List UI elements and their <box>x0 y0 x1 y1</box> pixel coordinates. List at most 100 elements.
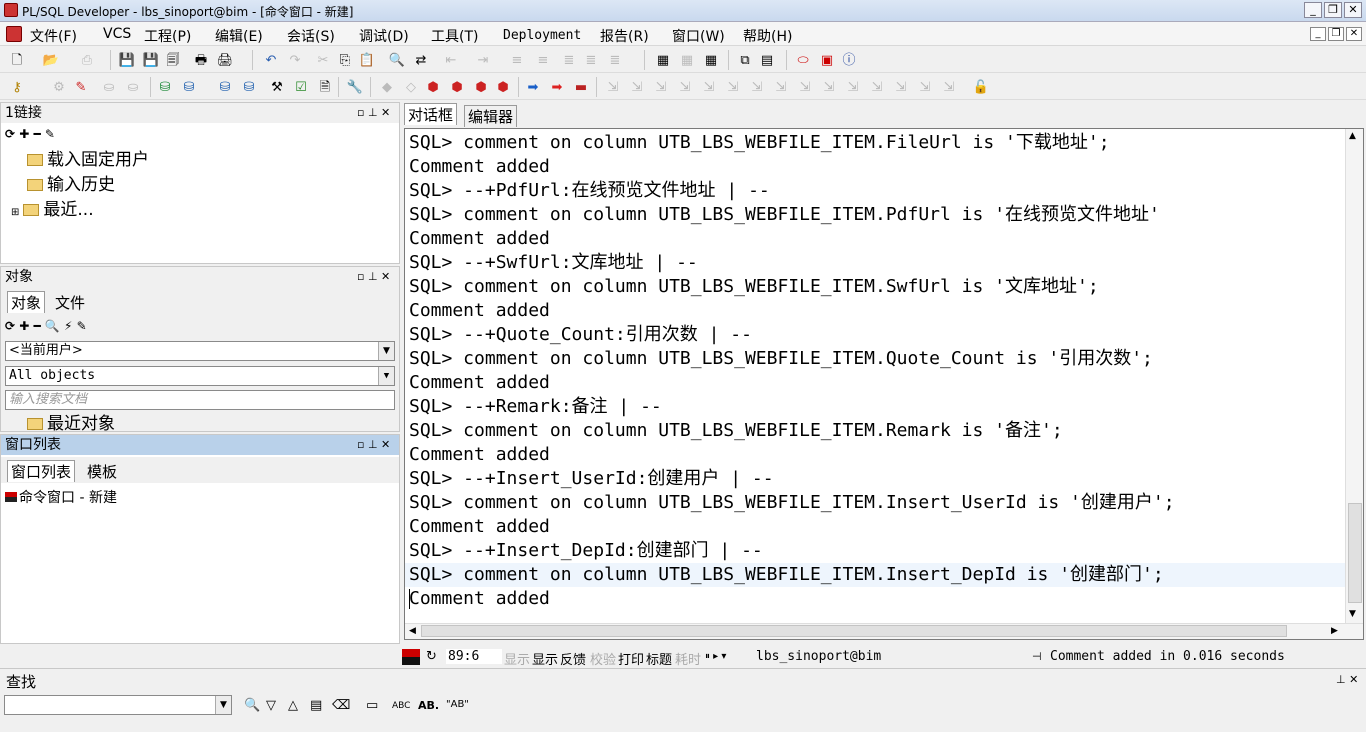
minimize-button[interactable]: _ <box>1304 2 1322 18</box>
print-preview-icon[interactable]: ⎙ <box>78 51 96 69</box>
close-button[interactable]: ✕ <box>1344 2 1362 18</box>
find-next-icon[interactable]: ▽ <box>266 698 276 713</box>
menu-help[interactable]: 帮助(H) <box>743 26 792 46</box>
step-4-icon[interactable]: ⇲ <box>676 78 694 96</box>
breakpoint-icon[interactable]: ⬢ <box>424 78 442 96</box>
step-15-icon[interactable]: ⇲ <box>940 78 958 96</box>
menu-file[interactable]: 文件(F) <box>30 26 77 46</box>
command-output[interactable]: SQL> comment on column UTB_LBS_WEBFILE_I… <box>404 128 1364 640</box>
tool-a-icon[interactable]: ▦ <box>654 51 672 69</box>
oracle-icon[interactable]: ⬭ <box>794 51 812 69</box>
tool-b-icon[interactable]: ▦ <box>678 51 696 69</box>
find-binoculars-icon[interactable]: 🔍 <box>244 698 260 713</box>
unlock-icon[interactable]: ⛀ <box>124 78 142 96</box>
doc-search-icon[interactable]: 🗎 <box>316 78 334 96</box>
step-2-icon[interactable]: ⇲ <box>628 78 646 96</box>
undo-icon[interactable]: ↶ <box>262 51 280 69</box>
info-icon[interactable]: ⓘ <box>840 51 858 69</box>
tools-icon[interactable]: ⚒ <box>268 78 286 96</box>
paste-icon[interactable]: 📋 <box>358 51 376 69</box>
menu-deployment[interactable]: Deployment <box>503 28 581 43</box>
step-6-icon[interactable]: ⇲ <box>724 78 742 96</box>
cut-icon[interactable]: ✂ <box>314 51 332 69</box>
tree-item-recent[interactable]: ⊞ 最近... <box>11 199 94 221</box>
step-5-icon[interactable]: ⇲ <box>700 78 718 96</box>
step-9-icon[interactable]: ⇲ <box>796 78 814 96</box>
selection-icon[interactable]: ▭ <box>366 698 378 713</box>
save-all-icon[interactable]: 🗐 <box>164 51 182 69</box>
tile-icon[interactable]: ▤ <box>758 51 776 69</box>
vertical-scroll-thumb[interactable] <box>1348 503 1362 603</box>
panel-pin-icon[interactable]: ▫ ⊥ ✕ <box>357 438 390 451</box>
unindent-icon[interactable]: ⇥ <box>474 51 492 69</box>
menu-reports[interactable]: 报告(R) <box>600 26 649 46</box>
regex-toggle[interactable]: "AB" <box>446 699 469 710</box>
page-setup-icon[interactable]: 🖨 <box>216 51 234 69</box>
indent-icon[interactable]: ⇤ <box>442 51 460 69</box>
stop-icon[interactable]: ▬ <box>572 78 590 96</box>
step-1-icon[interactable]: ⇲ <box>604 78 622 96</box>
commit-icon[interactable]: ⛁ <box>240 78 258 96</box>
menu-session[interactable]: 会话(S) <box>287 26 335 46</box>
uncomment-icon[interactable]: ≡ <box>534 51 552 69</box>
tree-item-recent-objects[interactable]: 最近对象 <box>27 413 115 431</box>
panel-pin-icon[interactable]: ▫ ⊥ ✕ <box>357 106 390 119</box>
step-11-icon[interactable]: ⇲ <box>844 78 862 96</box>
check-icon[interactable]: ☑ <box>292 78 310 96</box>
highlight-icon[interactable]: ▤ <box>310 698 322 713</box>
step-14-icon[interactable]: ⇲ <box>916 78 934 96</box>
execute-icon[interactable]: ⛁ <box>216 78 234 96</box>
find-input[interactable]: ▼ <box>4 695 232 715</box>
menu-edit[interactable]: 编辑(E) <box>215 26 263 46</box>
tab-templates[interactable]: 模板 <box>83 460 122 482</box>
replace-icon[interactable]: ⇄ <box>412 51 430 69</box>
new-icon[interactable]: 🗋 <box>8 51 26 69</box>
tab-editor[interactable]: 编辑器 <box>464 105 518 127</box>
cascade-icon[interactable]: ⧉ <box>736 51 754 69</box>
step-13-icon[interactable]: ⇲ <box>892 78 910 96</box>
pdf-icon[interactable]: ▣ <box>818 51 836 69</box>
unlock-gold-icon[interactable]: 🔓 <box>972 78 990 96</box>
display-dim[interactable]: 显示 <box>504 649 530 668</box>
tool-c-icon[interactable]: ▦ <box>702 51 720 69</box>
mdi-minimize-button[interactable]: _ <box>1310 27 1326 41</box>
match-case-toggle[interactable]: ABC <box>392 701 410 711</box>
step-3-icon[interactable]: ⇲ <box>652 78 670 96</box>
panel-pin-icon[interactable]: ▫ ⊥ ✕ <box>357 270 390 283</box>
step-10-icon[interactable]: ⇲ <box>820 78 838 96</box>
maximize-button[interactable]: ❐ <box>1324 2 1342 18</box>
tab-objects[interactable]: 对象 <box>7 291 46 313</box>
find-icon[interactable]: 🔍 <box>388 51 406 69</box>
menu-window[interactable]: 窗口(W) <box>672 26 725 46</box>
window-list-item[interactable]: 命令窗口 - 新建 <box>5 487 117 507</box>
uppercase-icon[interactable]: ≣ <box>560 51 578 69</box>
objects-toolbar[interactable]: ⟳ ✚ ━ 🔍 ⚡ ✎ <box>5 319 87 333</box>
tree-item-fixed-users[interactable]: 载入固定用户 <box>27 149 149 171</box>
format-icon[interactable]: ≣ <box>606 51 624 69</box>
print-icon[interactable]: 🖶 <box>192 51 210 69</box>
lowercase-icon[interactable]: ≣ <box>582 51 600 69</box>
mdi-restore-button[interactable]: ❐ <box>1328 27 1344 41</box>
tree-item-history[interactable]: 输入历史 <box>27 174 115 196</box>
comment-icon[interactable]: ≡ <box>508 51 526 69</box>
print-toggle[interactable]: 打印 <box>618 649 644 668</box>
user-combo[interactable]: <当前用户> ▼ <box>5 341 395 361</box>
display-toggle[interactable]: 显示 <box>532 649 558 668</box>
gear-icon[interactable]: ⚙ <box>50 78 68 96</box>
timing-toggle[interactable]: 耗时 <box>675 649 701 668</box>
copy-icon[interactable]: ⎘ <box>336 51 354 69</box>
refresh-icon[interactable]: ↻ <box>426 649 437 664</box>
menu-vcs[interactable]: VCS <box>103 26 131 42</box>
key-icon[interactable]: ⚷ <box>8 78 26 96</box>
open-icon[interactable]: 📂 <box>42 51 60 69</box>
breakpoint-remove-icon[interactable]: ⬢ <box>472 78 490 96</box>
step-7-icon[interactable]: ⇲ <box>748 78 766 96</box>
sql-icon[interactable]: ⛁ <box>180 78 198 96</box>
menu-tools[interactable]: 工具(T) <box>431 26 478 46</box>
header-toggle[interactable]: 标题 <box>646 649 672 668</box>
tab-dialog[interactable]: 对话框 <box>404 103 458 125</box>
check-toggle[interactable]: 校验 <box>590 649 616 668</box>
mdi-close-button[interactable]: ✕ <box>1346 27 1362 41</box>
pencil-icon[interactable]: ✎ <box>72 78 90 96</box>
lock-icon[interactable]: ⛀ <box>100 78 118 96</box>
